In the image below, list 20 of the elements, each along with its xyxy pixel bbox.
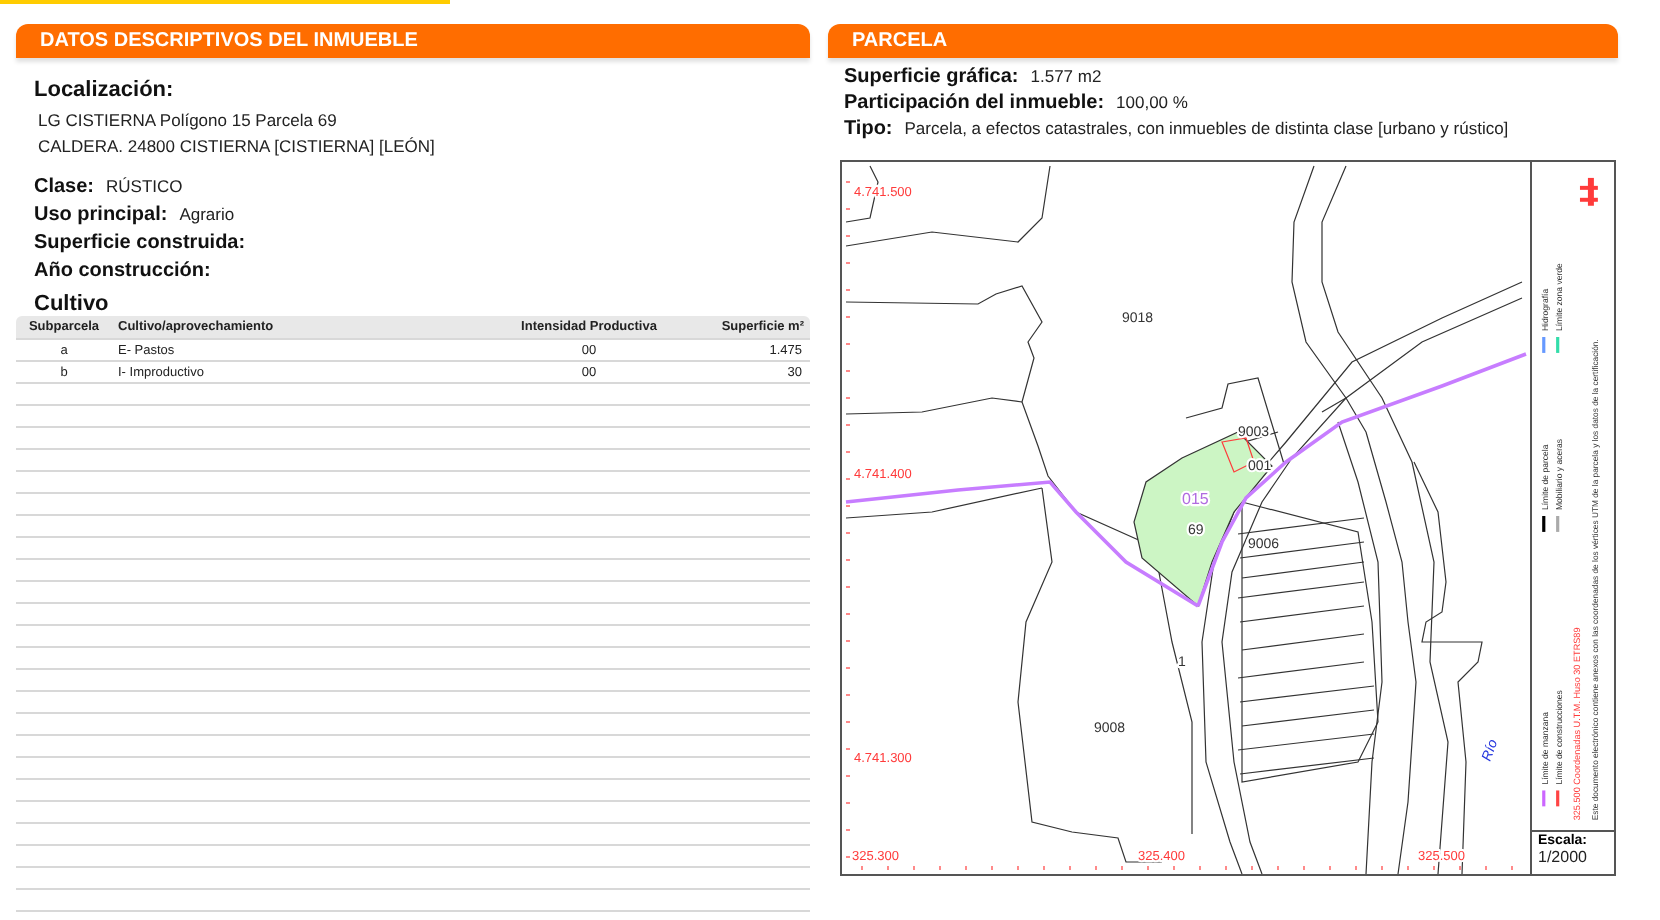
section-title: Cultivo [34,292,111,316]
scale-value: 1/2000 [1538,848,1589,867]
field-label: Participación del inmueble: [844,92,1105,114]
field-value: Agrario [179,204,235,224]
field-value: 1.577 m2 [1030,66,1102,86]
section-header: PARCELA [828,24,1618,58]
parcel-number: 015 [1182,490,1209,508]
field-label: Tipo: [844,118,893,140]
address-line: LG CISTIERNA Polígono 15 Parcela 69 [36,108,339,134]
field-label: Clase: [34,176,95,198]
field-value: RÚSTICO [106,176,183,196]
field-value: Parcela, a efectos catastrales, con inmuebles de distinta clase [urbano y rústico] [904,118,1509,138]
field-label: Año construcción: [34,260,211,282]
location-label: Localización: [34,78,176,102]
address-line: CALDERA. 24800 CISTIERNA [CISTIERNA] [LEÓN] [36,134,437,160]
field-value: 100,00 % [1116,92,1188,112]
section-header: DATOS DESCRIPTIVOS DEL INMUEBLE [16,24,810,58]
field-label: Uso principal: [34,204,168,226]
field-label: Superficie construida: [34,232,246,254]
field-label: Superficie gráfica: [844,66,1019,88]
